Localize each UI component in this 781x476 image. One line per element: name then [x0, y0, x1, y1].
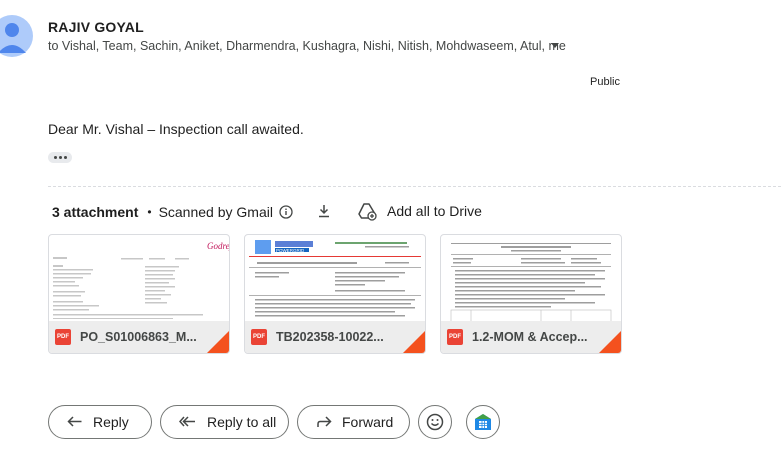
- attachment-card-3[interactable]: PDF 1.2-MOM & Accep...: [440, 234, 622, 354]
- attachments-header: 3 attachment • Scanned by Gmail: [52, 203, 293, 221]
- recipient-list: to Vishal, Team, Sachin, Aniket, Dharmen…: [48, 39, 566, 53]
- separator-dot: •: [147, 205, 152, 219]
- scan-status: Scanned by Gmail: [158, 204, 273, 220]
- ellipsis-dot: [58, 156, 62, 159]
- add-all-to-drive-label: Add all to Drive: [387, 203, 482, 219]
- emoji-reaction-button[interactable]: [418, 405, 452, 439]
- attachment-footer: PDF PO_S01006863_M...: [49, 321, 229, 353]
- sheets-addon-icon: [475, 414, 491, 430]
- reply-label: Reply: [93, 414, 129, 430]
- smiley-icon: [426, 413, 444, 431]
- download-all-icon[interactable]: [316, 203, 332, 219]
- classification-label: Public: [590, 76, 620, 88]
- attachment-filename: TB202358-10022...: [276, 330, 384, 344]
- forward-button[interactable]: Forward: [297, 405, 410, 439]
- attachment-card-1[interactable]: Godrej PDF PO_S01006863_M...: [48, 234, 230, 354]
- attachment-footer: PDF TB202358-10022...: [245, 321, 425, 353]
- forward-icon: [317, 416, 332, 427]
- pdf-icon: PDF: [251, 329, 267, 345]
- svg-text:POWERGRID: POWERGRID: [276, 248, 305, 253]
- pdf-icon: PDF: [447, 329, 463, 345]
- message-body: Dear Mr. Vishal – Inspection call awaite…: [48, 121, 304, 137]
- attachment-filename: PO_S01006863_M...: [80, 330, 197, 344]
- reply-icon: [67, 416, 82, 427]
- show-trimmed-content-button[interactable]: [48, 152, 72, 163]
- attachment-count: 3 attachment: [52, 204, 139, 220]
- attachments-divider: [48, 186, 781, 187]
- sender-name: RAJIV GOYAL: [48, 19, 144, 35]
- attachment-filename: 1.2-MOM & Accep...: [472, 330, 588, 344]
- add-all-to-drive-button[interactable]: Add all to Drive: [357, 201, 482, 221]
- sender-avatar[interactable]: [0, 15, 33, 57]
- show-details-chevron-icon[interactable]: [551, 43, 559, 48]
- reply-button[interactable]: Reply: [48, 405, 152, 439]
- info-icon[interactable]: [279, 205, 293, 219]
- pdf-icon: PDF: [55, 329, 71, 345]
- add-to-drive-icon: [358, 203, 377, 221]
- ellipsis-dot: [63, 156, 67, 159]
- thumb-brand: Godrej: [207, 241, 229, 251]
- reply-all-button[interactable]: Reply to all: [160, 405, 289, 439]
- forward-label: Forward: [342, 414, 394, 430]
- corner-fold-icon: [599, 331, 621, 353]
- addon-button[interactable]: [466, 405, 500, 439]
- attachment-card-2[interactable]: POWERGRID PDF TB202358-10022...: [244, 234, 426, 354]
- corner-fold-icon: [403, 331, 425, 353]
- attachment-footer: PDF 1.2-MOM & Accep...: [441, 321, 621, 353]
- corner-fold-icon: [207, 331, 229, 353]
- ellipsis-dot: [53, 156, 57, 159]
- reply-all-label: Reply to all: [207, 414, 277, 430]
- reply-all-icon: [179, 416, 195, 427]
- person-icon: [0, 15, 33, 57]
